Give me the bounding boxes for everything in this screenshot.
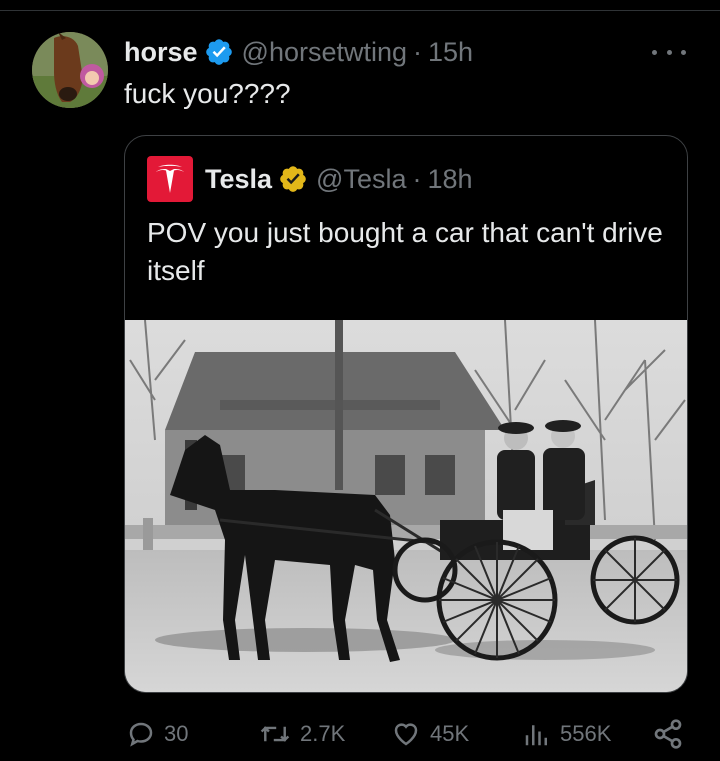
more-icon[interactable] (652, 42, 686, 62)
author-handle[interactable]: @horsetwting (242, 37, 407, 68)
like-button[interactable]: 45K (390, 712, 469, 756)
top-divider (0, 10, 720, 11)
verified-badge-icon (205, 39, 232, 65)
quoted-tweet-text: POV you just bought a car that can't dri… (147, 217, 663, 286)
like-count: 45K (430, 721, 470, 746)
reply-icon (129, 722, 153, 747)
share-button[interactable] (652, 712, 692, 756)
quoted-tweet[interactable]: Tesla @Tesla · 18h POV you just bought a… (124, 135, 688, 693)
tweet-time[interactable]: 15h (428, 37, 473, 68)
views-button[interactable]: 556K (522, 712, 611, 756)
heart-icon (394, 723, 418, 746)
quoted-author-name[interactable]: Tesla (205, 164, 272, 195)
retweet-button[interactable]: 2.7K (258, 712, 345, 756)
tesla-logo-icon (147, 156, 193, 202)
action-bar: 30 2.7K 45K 556K (0, 712, 720, 756)
reply-button[interactable]: 30 (126, 712, 188, 756)
tweet-text: fuck you???? (124, 78, 291, 109)
verified-gold-badge-icon (280, 166, 306, 192)
author-avatar[interactable] (32, 32, 108, 108)
retweet-icon (260, 726, 290, 742)
quoted-tweet-header: Tesla @Tesla · 18h (147, 156, 473, 202)
views-count: 556K (560, 721, 612, 746)
separator-dot: · (413, 36, 423, 67)
quoted-author-handle[interactable]: @Tesla (316, 164, 406, 195)
share-icon (654, 719, 682, 749)
quoted-separator-dot: · (412, 163, 422, 194)
author-name[interactable]: horse (124, 37, 198, 68)
reply-count: 30 (164, 721, 189, 746)
retweet-count: 2.7K (300, 721, 346, 746)
views-chart-icon (525, 725, 547, 746)
horse-buggy-photo[interactable] (125, 320, 687, 692)
tweet-header: horse @horsetwting · 15h (124, 36, 473, 68)
quoted-tweet-time[interactable]: 18h (428, 164, 473, 195)
